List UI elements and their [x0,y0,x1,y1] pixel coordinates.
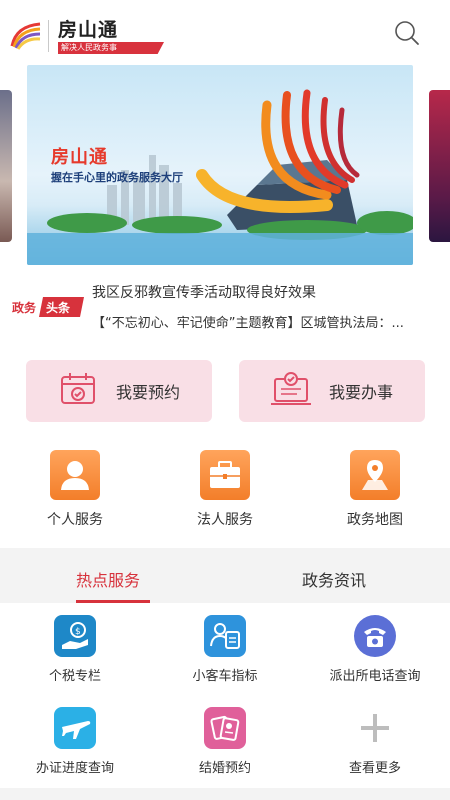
grid-item-car-quota[interactable]: 小客车指标 [160,615,290,685]
grid-item-label: 结婚预约 [198,761,251,776]
app-title: 房山通 [58,19,119,41]
app-header: 房山通 解决人民政务事 [0,0,450,62]
tab-hot-services[interactable]: 热点服务 [76,567,140,591]
news-headline-badge: 政务 头条 [10,297,84,317]
grid-item-view-more[interactable]: 查看更多 [310,707,440,777]
grid-item-label: 查看更多 [348,761,401,776]
news-badge-right: 头条 [46,300,71,315]
briefcase-icon [200,450,250,500]
svg-text:$: $ [75,627,81,637]
grid-item-police-phone[interactable]: 派出所电话查询 [310,615,440,685]
grid-item-marriage-booking[interactable]: 结婚预约 [160,707,290,777]
logo-divider [48,20,49,52]
appointment-button[interactable]: 我要预约 [26,360,212,422]
government-map-button[interactable]: 政务地图 [325,450,425,530]
banner-carousel[interactable]: 房山通 握在手心里的政务服务大厅 [27,65,413,265]
bottom-divider [0,788,450,800]
marriage-certificate-icon [204,707,246,749]
personal-service-button[interactable]: 个人服务 [25,450,125,530]
personal-service-label: 个人服务 [47,512,103,528]
tab-bar [0,548,450,603]
grid-item-progress-query[interactable]: 办证进度查询 [10,707,140,777]
map-pin-icon [350,450,400,500]
grid-item-label: 个税专栏 [48,669,101,684]
handle-affairs-button[interactable]: 我要办事 [239,360,425,422]
banner-prev-slide[interactable] [0,90,12,242]
hand-money-icon: $ [54,615,96,657]
active-tab-indicator [76,600,150,603]
plus-icon [354,707,396,749]
person-document-icon [204,615,246,657]
grid-item-tax[interactable]: $ 个税专栏 [10,615,140,685]
laptop-check-icon [271,372,311,405]
telephone-icon [354,615,396,657]
government-map-label: 政务地图 [347,512,403,528]
grid-item-label: 派出所电话查询 [329,669,421,684]
search-icon[interactable] [394,20,420,46]
app-subtitle: 解决人民政务事 [58,42,164,54]
legal-entity-service-button[interactable]: 法人服务 [175,450,275,530]
appointment-label: 我要预约 [116,383,181,402]
banner-subtitle: 握在手心里的政务服务大厅 [51,171,183,184]
legal-entity-service-label: 法人服务 [197,512,253,528]
banner-next-slide[interactable] [429,90,450,242]
tab-government-news[interactable]: 政务资讯 [302,567,366,591]
grid-item-label: 小客车指标 [192,669,258,684]
airplane-icon [54,707,96,749]
app-logo-icon [10,22,41,50]
grid-item-label: 办证进度查询 [35,761,114,776]
person-icon [50,450,100,500]
news-item[interactable]: 我区反邪教宣传季活动取得良好效果 [92,282,316,302]
calendar-check-icon [61,373,95,404]
handle-affairs-label: 我要办事 [329,383,394,402]
banner-title: 房山通 [51,147,108,168]
news-badge-left: 政务 [12,300,37,315]
news-item[interactable]: 【“不忘初心、牢记使命”主题教育】区城管执法局：... [92,312,444,331]
